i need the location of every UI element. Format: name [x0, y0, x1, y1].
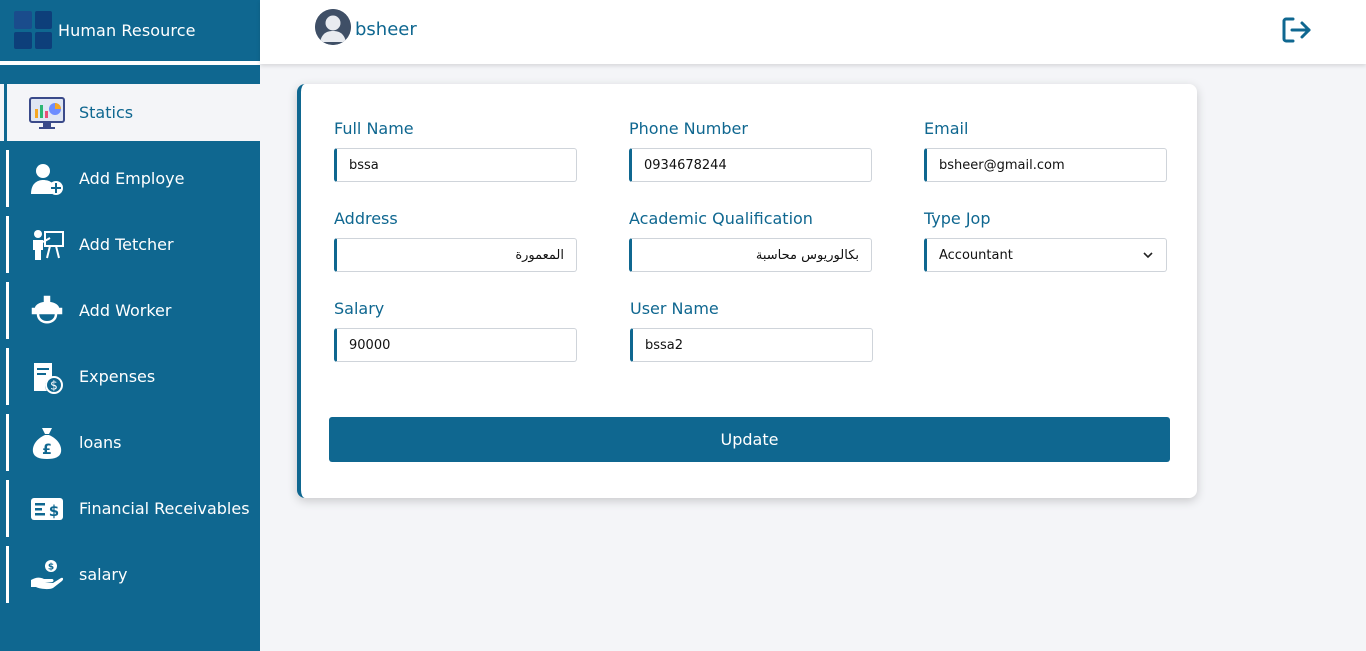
sidebar-item-add-worker[interactable]: Add Worker [0, 282, 260, 339]
svg-text:£: £ [42, 442, 52, 458]
email-input[interactable]: bsheer@gmail.com [924, 148, 1167, 182]
address-group: Address المعمورة [334, 209, 577, 272]
qualification-label: Academic Qualification [629, 209, 813, 228]
sidebar-item-add-employe[interactable]: Add Employe [0, 150, 260, 207]
app-logo-icon [14, 11, 52, 49]
teacher-icon [29, 227, 65, 263]
worker-helmet-icon [29, 293, 65, 329]
address-label: Address [334, 209, 398, 228]
svg-text:$: $ [50, 378, 58, 392]
topbar: bsheer [260, 0, 1366, 64]
update-button[interactable]: Update [329, 417, 1170, 462]
svg-text:$: $ [49, 502, 59, 520]
sidebar-item-label: Statics [79, 103, 134, 122]
salary-group: Salary 90000 [334, 299, 577, 362]
sidebar-item-loans[interactable]: £ loans [0, 414, 260, 471]
qualification-group: Academic Qualification بكالوريوس محاسبة [629, 209, 872, 272]
sidebar-item-label: loans [79, 433, 122, 452]
username-group: User Name bssa2 [630, 299, 873, 362]
expenses-icon: $ [29, 359, 65, 395]
email-group: Email bsheer@gmail.com [924, 119, 1167, 182]
sidebar-item-label: Add Tetcher [79, 235, 174, 254]
sidebar-item-label: Expenses [79, 367, 156, 386]
salary-input[interactable]: 90000 [334, 328, 577, 362]
employee-form-card: Full Name bssa Phone Number 0934678244 E… [297, 84, 1197, 498]
sidebar-nav: Statics Add Employe Add Tetcher Add Work… [0, 84, 260, 612]
sidebar-item-expenses[interactable]: $ Expenses [0, 348, 260, 405]
username: bsheer [355, 19, 417, 40]
address-input[interactable]: المعمورة [334, 238, 577, 272]
phone-label: Phone Number [629, 119, 748, 138]
receivables-icon: $ [29, 491, 65, 527]
sidebar-item-salary[interactable]: $ salary [0, 546, 260, 603]
full-name-label: Full Name [334, 119, 414, 138]
svg-text:$: $ [48, 562, 54, 572]
money-bag-icon: £ [29, 425, 65, 461]
sidebar-item-label: Financial Receivables [79, 499, 250, 518]
full-name-input[interactable]: bssa [334, 148, 577, 182]
email-label: Email [924, 119, 969, 138]
job-type-label: Type Jop [924, 209, 991, 228]
avatar[interactable] [315, 9, 351, 45]
sidebar: Human Resource Statics Add Employe Add T… [0, 0, 260, 651]
qualification-input[interactable]: بكالوريوس محاسبة [629, 238, 872, 272]
phone-group: Phone Number 0934678244 [629, 119, 872, 182]
divider [0, 61, 260, 65]
sidebar-item-label: Add Worker [79, 301, 172, 320]
sidebar-item-financial-receivables[interactable]: $ Financial Receivables [0, 480, 260, 537]
job-type-select[interactable]: Accountant [924, 238, 1167, 272]
brand: Human Resource [0, 0, 260, 60]
job-type-group: Type Jop Accountant [924, 209, 1167, 272]
chevron-down-icon [1142, 249, 1154, 261]
salary-label: Salary [334, 299, 385, 318]
app-title: Human Resource [58, 20, 196, 40]
sidebar-item-statics[interactable]: Statics [0, 84, 260, 141]
add-user-icon [29, 161, 65, 197]
sidebar-item-label: Add Employe [79, 169, 185, 188]
sidebar-item-add-tetcher[interactable]: Add Tetcher [0, 216, 260, 273]
logout-icon[interactable] [1282, 17, 1312, 43]
statistics-monitor-icon [29, 95, 65, 131]
full-name-group: Full Name bssa [334, 119, 577, 182]
phone-input[interactable]: 0934678244 [629, 148, 872, 182]
salary-hand-icon: $ [29, 557, 65, 593]
username-input[interactable]: bssa2 [630, 328, 873, 362]
job-type-value: Accountant [939, 247, 1013, 263]
sidebar-item-label: salary [79, 565, 128, 584]
username-label: User Name [630, 299, 719, 318]
